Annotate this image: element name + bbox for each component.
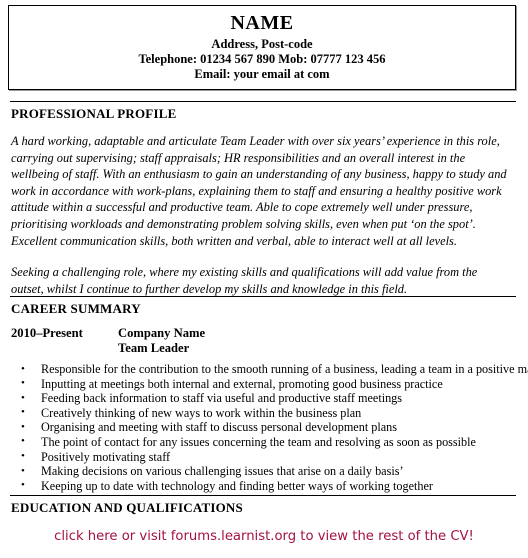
cv-download-cta-link[interactable]: click here or visit forums.learnist.org … [0,528,528,545]
list-item-label: Making decisions on various challenging … [41,464,404,479]
career-section-heading: CAREER SUMMARY [11,301,141,316]
list-item: • Feeding back information to staff via … [11,391,517,406]
list-item-label: Inputting at meetings both internal and … [41,376,443,391]
profile-paragraph-1: A hard working, adaptable and articulate… [11,134,507,248]
list-item-label: Creatively thinking of new ways to work … [41,405,362,420]
candidate-name: NAME [230,12,294,34]
candidate-address: Address, Post-code [211,37,313,51]
bullet-icon: • [21,406,25,419]
list-item-label: Responsible for the contribution to the … [41,362,528,376]
profile-section-rule [10,101,516,102]
list-item-label: Keeping up to date with technology and f… [41,478,433,493]
career-entry-row: 2010–Present Company Name Team Leader [11,326,511,356]
career-section-rule [10,296,516,297]
bullet-icon: • [21,420,25,433]
list-item-label: Feeding back information to staff via us… [41,391,403,406]
education-section-heading: EDUCATION AND QUALIFICATIONS [11,500,243,515]
cv-page: NAME Address, Post-code Telephone: 01234… [0,0,528,558]
education-section-rule [10,495,516,496]
bullet-icon: • [21,377,25,390]
contact-header-box: NAME Address, Post-code Telephone: 01234… [8,5,516,90]
list-item: • Making decisions on various challengin… [11,464,517,479]
bullet-icon: • [21,391,25,404]
profile-paragraph-2: Seeking a challenging role, where my exi… [11,265,478,296]
list-item: • Creatively thinking of new ways to wor… [11,406,517,421]
profile-section-heading: PROFESSIONAL PROFILE [11,106,177,121]
bullet-icon: • [21,450,25,463]
profile-body: A hard working, adaptable and articulate… [11,133,511,312]
career-entry-job-title: Team Leader [118,341,190,355]
bullet-icon: • [21,362,25,375]
bullet-icon: • [21,464,25,477]
list-item: • Keeping up to date with technology and… [11,479,517,494]
bullet-icon: • [21,435,25,448]
list-item: • Responsible for the contribution to th… [11,362,528,377]
career-entry-details: Company Name Team Leader [118,326,511,356]
career-entry-dates: 2010–Present [11,326,83,340]
list-item-label: The point of contact for any issues conc… [41,434,476,449]
list-item: • Inputting at meetings both internal an… [11,377,517,392]
candidate-email: Email: your email at com [194,67,330,81]
bullet-icon: • [21,479,25,492]
list-item: • The point of contact for any issues co… [11,435,517,450]
list-item: • Organising and meeting with staff to d… [11,420,517,435]
career-entry: 2010–Present Company Name Team Leader [11,326,511,356]
list-item-label: Positively motivating staff [41,449,171,464]
list-item-label: Organising and meeting with staff to dis… [41,420,397,435]
career-duties-list: • Responsible for the contribution to th… [11,362,528,494]
candidate-telephone: Telephone: 01234 567 890 Mob: 07777 123 … [138,52,386,66]
career-entry-company: Company Name [118,326,206,340]
list-item: • Positively motivating staff [11,450,517,465]
